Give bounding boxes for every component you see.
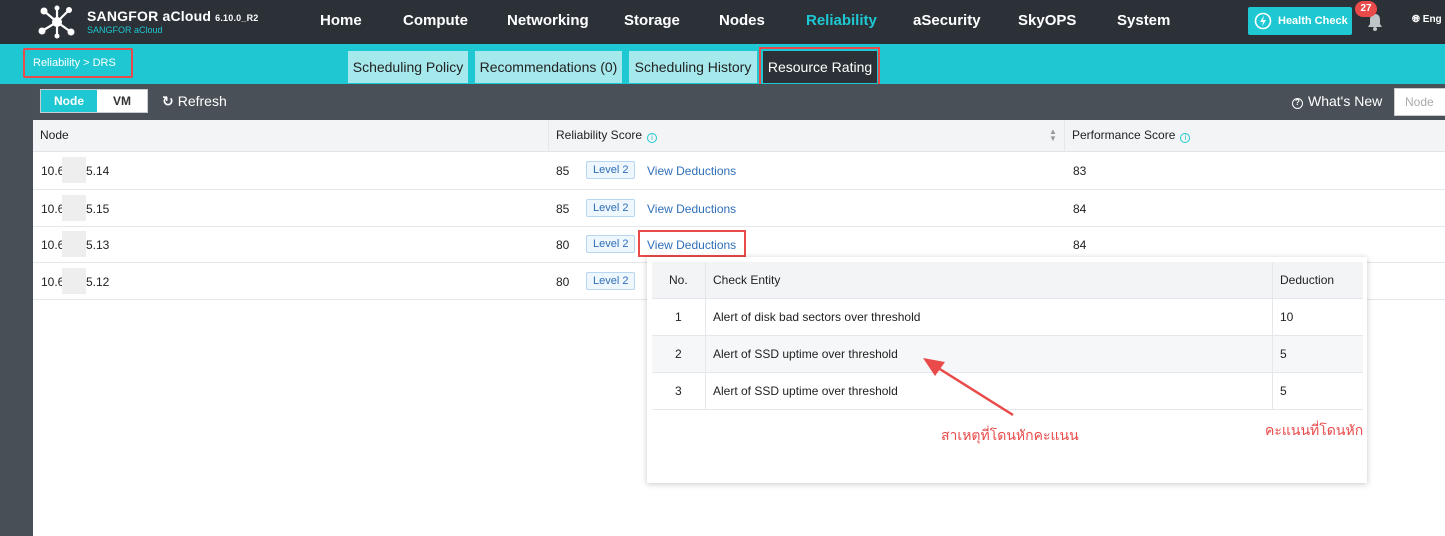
node-toggle-button[interactable]: Node <box>41 90 97 112</box>
node-ip-suffix: 5.15 <box>86 202 110 216</box>
node-ip-suffix: 5.13 <box>86 238 110 252</box>
brand-subtitle: SANGFOR aCloud <box>87 25 163 35</box>
deduction-row: 1 Alert of disk bad sectors over thresho… <box>652 299 1363 336</box>
deduction-no: 1 <box>675 310 682 324</box>
deduction-entity: Alert of SSD uptime over threshold <box>713 347 898 361</box>
nav-reliability[interactable]: Reliability <box>806 0 877 44</box>
annotation-points-label: คะแนนที่โดนหัก <box>1265 422 1364 438</box>
language-label: Eng <box>1422 14 1442 25</box>
deduction-entity: Alert of SSD uptime over threshold <box>713 384 898 398</box>
brand-version: 6.10.0_R2 <box>215 13 259 23</box>
column-header-no: No. <box>669 273 688 287</box>
nav-skyops[interactable]: SkyOPS <box>1018 0 1076 44</box>
top-navigation-bar: SANGFOR aCloud 6.10.0_R2 SANGFOR aCloud H… <box>0 0 1445 44</box>
performance-score: 84 <box>1073 202 1087 216</box>
left-sidebar-strip <box>0 84 33 536</box>
tab-recommendations[interactable]: Recommendations (0) <box>475 51 622 83</box>
node-ip-suffix: 5.12 <box>86 275 110 289</box>
refresh-label: Refresh <box>177 93 227 109</box>
column-header-node[interactable]: Node <box>40 120 69 151</box>
column-divider <box>705 262 706 410</box>
table-row <box>33 190 1445 227</box>
brand: SANGFOR aCloud 6.10.0_R2 SANGFOR aCloud <box>87 8 258 35</box>
language-switcher[interactable]: 🌐︎ Eng <box>1412 14 1442 25</box>
nav-storage[interactable]: Storage <box>624 0 680 44</box>
view-deductions-highlight-box <box>638 230 746 257</box>
node-ip-prefix: 10.6 <box>41 202 65 216</box>
reliability-score: 80 <box>556 275 570 289</box>
node-ip-prefix: 10.6 <box>41 275 65 289</box>
column-header-check-entity: Check Entity <box>713 273 781 287</box>
nav-asecurity[interactable]: aSecurity <box>913 0 981 44</box>
reliability-score: 80 <box>556 238 570 252</box>
node-ip-prefix: 10.6 <box>41 164 65 178</box>
redacted-mask <box>62 157 86 183</box>
view-deductions-link[interactable]: View Deductions <box>647 202 736 216</box>
tab-scheduling-policy[interactable]: Scheduling Policy <box>348 51 468 83</box>
performance-score: 83 <box>1073 164 1087 178</box>
annotation-arrow-icon <box>923 358 1014 417</box>
nav-nodes[interactable]: Nodes <box>719 0 765 44</box>
deduction-points: 5 <box>1280 384 1287 398</box>
column-header-deduction: Deduction <box>1280 273 1335 287</box>
sangfor-logo-icon <box>38 5 75 39</box>
deduction-points: 5 <box>1280 347 1287 361</box>
table-row <box>33 152 1445 190</box>
sort-icon[interactable]: ▲ ▼ <box>1049 128 1057 143</box>
redacted-mask <box>62 231 86 257</box>
redacted-mask <box>62 195 86 221</box>
column-header-reliability[interactable]: Reliability Score i <box>556 120 658 151</box>
nav-networking[interactable]: Networking <box>507 0 589 44</box>
view-deductions-link[interactable]: View Deductions <box>647 164 736 178</box>
notification-count-badge: 27 <box>1355 1 1377 17</box>
level-badge: Level 2 <box>586 235 636 253</box>
refresh-icon: ↻ <box>162 93 174 109</box>
performance-score: 84 <box>1073 238 1087 252</box>
toolbar: Node VM ↻ Refresh ? What's New Node <box>33 84 1445 120</box>
node-vm-toggle: Node VM <box>40 89 148 113</box>
level-badge: Level 2 <box>586 272 636 290</box>
deductions-table-header: No. Check Entity Deduction <box>652 262 1363 299</box>
deduction-no: 2 <box>675 347 682 361</box>
reliability-score: 85 <box>556 164 570 178</box>
nav-home[interactable]: Home <box>320 0 362 44</box>
vm-toggle-button[interactable]: VM <box>97 90 147 112</box>
info-icon[interactable]: i <box>647 133 658 143</box>
level-badge: Level 2 <box>586 161 636 179</box>
nav-compute[interactable]: Compute <box>403 0 468 44</box>
breadcrumb[interactable]: Reliability > DRS <box>23 48 133 78</box>
reliability-header-label: Reliability Score <box>556 128 643 142</box>
info-icon[interactable]: i <box>1180 133 1191 143</box>
deduction-points: 10 <box>1280 310 1294 324</box>
question-icon: ? <box>1292 98 1303 109</box>
node-ip-suffix: 5.14 <box>86 164 110 178</box>
level-badge: Level 2 <box>586 199 636 217</box>
health-check-icon <box>1254 12 1272 30</box>
whats-new-button[interactable]: ? What's New <box>1292 93 1382 109</box>
reliability-score: 85 <box>556 202 570 216</box>
tab-scheduling-history[interactable]: Scheduling History <box>629 51 757 83</box>
refresh-button[interactable]: ↻ Refresh <box>162 93 227 110</box>
table-header: Node Reliability Score i Performance Scor… <box>33 120 1445 152</box>
globe-icon: 🌐︎ <box>1412 14 1420 25</box>
whats-new-label: What's New <box>1308 93 1383 109</box>
health-check-label: Health Check <box>1278 15 1348 27</box>
node-ip-prefix: 10.6 <box>41 238 65 252</box>
deduction-no: 3 <box>675 384 682 398</box>
column-divider <box>1272 262 1273 410</box>
annotation-reason-label: สาเหตุที่โดนหักคะแนน <box>941 427 1079 443</box>
deduction-entity: Alert of disk bad sectors over threshold <box>713 310 921 324</box>
performance-header-label: Performance Score <box>1072 128 1176 142</box>
health-check-button[interactable]: Health Check <box>1248 7 1352 35</box>
node-search-input[interactable]: Node <box>1394 88 1445 116</box>
brand-title: SANGFOR aCloud 6.10.0_R2 <box>87 8 259 24</box>
redacted-mask <box>62 268 86 294</box>
nav-system[interactable]: System <box>1117 0 1170 44</box>
column-header-performance[interactable]: Performance Score i <box>1072 120 1191 151</box>
